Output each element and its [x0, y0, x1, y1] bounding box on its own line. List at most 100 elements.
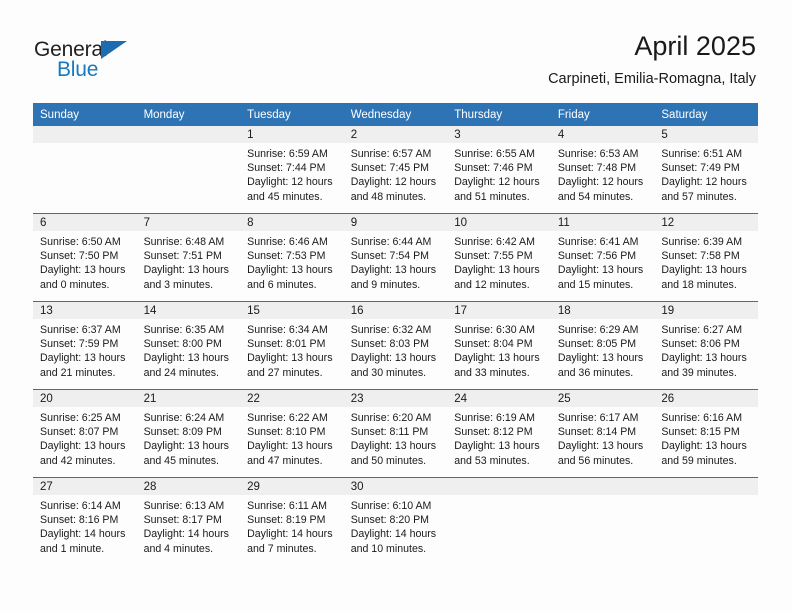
daylight-hours: Daylight: 12 hours — [350, 176, 437, 189]
daylight-minutes: and 21 minutes. — [40, 366, 116, 379]
general-blue-logo[interactable]: General Blue — [34, 38, 164, 84]
day-number — [654, 478, 758, 495]
calendar-day-cell[interactable]: 24 Sunrise: 6:19 AM Sunset: 8:12 PM Dayligh… — [447, 389, 551, 478]
sunrise-time: Sunrise: 6:42 AM — [454, 236, 535, 248]
day-cell-details: Sunrise: 6:53 AM Sunset: 7:48 PM Daylight:… — [551, 143, 655, 213]
day-number: 16 — [343, 302, 448, 319]
day-number: 15 — [240, 302, 344, 319]
sunrise-time: Sunrise: 6:53 AM — [557, 148, 639, 160]
calendar-day-cell[interactable]: 21 Sunrise: 6:24 AM Sunset: 8:09 PM Dayligh… — [136, 389, 241, 478]
daylight-minutes: and 42 minutes. — [40, 454, 116, 467]
calendar-day-cell-empty — [550, 477, 655, 565]
calendar-day-cell-empty — [33, 126, 137, 214]
daylight-minutes: and 10 minutes. — [350, 542, 427, 555]
day-cell-details — [654, 495, 758, 565]
calendar-day-cell[interactable]: 7 Sunrise: 6:48 AM Sunset: 7:51 PM Daylight… — [136, 213, 241, 302]
sunset-time: Sunset: 7:45 PM — [350, 162, 430, 175]
logo-triangle-icon — [101, 41, 127, 59]
sunset-time: Sunset: 7:49 PM — [661, 162, 740, 175]
weekday-header-thursday: Thursday — [447, 103, 551, 126]
calendar-day-cell[interactable]: 11 Sunrise: 6:41 AM Sunset: 7:56 PM Dayligh… — [550, 213, 655, 302]
day-number — [550, 478, 655, 495]
calendar-day-cell[interactable]: 3 Sunrise: 6:55 AM Sunset: 7:46 PM Daylight… — [447, 126, 551, 214]
calendar-day-cell[interactable]: 30 Sunrise: 6:10 AM Sunset: 8:20 PM Dayligh… — [343, 477, 448, 565]
calendar-day-cell[interactable]: 16 Sunrise: 6:32 AM Sunset: 8:03 PM Dayligh… — [343, 301, 448, 390]
day-cell-details: Sunrise: 6:30 AM Sunset: 8:04 PM Daylight:… — [447, 319, 551, 389]
daylight-hours: Daylight: 13 hours — [454, 440, 540, 453]
sunrise-time: Sunrise: 6:35 AM — [143, 324, 225, 336]
daylight-minutes: and 50 minutes. — [350, 454, 427, 467]
calendar-day-cell[interactable]: 6 Sunrise: 6:50 AM Sunset: 7:50 PM Daylight… — [33, 213, 137, 302]
sunrise-time: Sunrise: 6:57 AM — [350, 148, 432, 160]
calendar-day-cell[interactable]: 25 Sunrise: 6:17 AM Sunset: 8:14 PM Dayligh… — [550, 389, 655, 478]
calendar-day-cell[interactable]: 17 Sunrise: 6:30 AM Sunset: 8:04 PM Dayligh… — [447, 301, 551, 390]
day-number: 30 — [343, 478, 448, 495]
daylight-hours: Daylight: 12 hours — [454, 176, 540, 189]
daylight-hours: Daylight: 13 hours — [661, 264, 747, 277]
day-cell-details: Sunrise: 6:41 AM Sunset: 7:56 PM Daylight:… — [551, 231, 655, 301]
day-cell-details: Sunrise: 6:59 AM Sunset: 7:44 PM Daylight:… — [240, 143, 344, 213]
calendar-day-cell[interactable]: 9 Sunrise: 6:44 AM Sunset: 7:54 PM Daylight… — [343, 213, 448, 302]
daylight-minutes: and 48 minutes. — [350, 190, 427, 203]
calendar-day-cell[interactable]: 20 Sunrise: 6:25 AM Sunset: 8:07 PM Dayligh… — [33, 389, 137, 478]
daylight-minutes: and 1 minute. — [40, 542, 105, 555]
calendar-day-cell[interactable]: 14 Sunrise: 6:35 AM Sunset: 8:00 PM Dayligh… — [136, 301, 241, 390]
calendar-day-cell[interactable]: 27 Sunrise: 6:14 AM Sunset: 8:16 PM Dayligh… — [33, 477, 137, 565]
daylight-hours: Daylight: 12 hours — [557, 176, 644, 189]
sunset-time: Sunset: 8:07 PM — [40, 426, 119, 439]
calendar-day-cell[interactable]: 19 Sunrise: 6:27 AM Sunset: 8:06 PM Dayligh… — [654, 301, 758, 390]
sunset-time: Sunset: 8:06 PM — [661, 338, 740, 351]
sunrise-time: Sunrise: 6:10 AM — [350, 500, 432, 512]
daylight-minutes: and 24 minutes. — [143, 366, 219, 379]
page-subtitle-location: Carpineti, Emilia-Romagna, Italy — [548, 71, 756, 87]
weekday-header-sunday: Sunday — [33, 103, 137, 126]
day-cell-details: Sunrise: 6:35 AM Sunset: 8:00 PM Daylight:… — [137, 319, 241, 389]
day-number — [33, 126, 137, 143]
sunrise-time: Sunrise: 6:16 AM — [661, 412, 743, 424]
day-cell-details: Sunrise: 6:19 AM Sunset: 8:12 PM Daylight:… — [447, 407, 551, 477]
day-number: 13 — [33, 302, 137, 319]
day-number: 28 — [136, 478, 241, 495]
sunrise-time: Sunrise: 6:55 AM — [454, 148, 535, 160]
calendar-day-cell[interactable]: 1 Sunrise: 6:59 AM Sunset: 7:44 PM Daylight… — [240, 126, 344, 214]
day-cell-details — [551, 495, 655, 565]
day-cell-details: Sunrise: 6:22 AM Sunset: 8:10 PM Daylight:… — [240, 407, 344, 477]
daylight-hours: Daylight: 12 hours — [247, 176, 333, 189]
calendar-day-cell[interactable]: 22 Sunrise: 6:22 AM Sunset: 8:10 PM Dayligh… — [240, 389, 344, 478]
day-cell-details: Sunrise: 6:16 AM Sunset: 8:15 PM Daylight:… — [654, 407, 758, 477]
daylight-hours: Daylight: 13 hours — [661, 440, 747, 453]
day-cell-details: Sunrise: 6:50 AM Sunset: 7:50 PM Daylight:… — [33, 231, 137, 301]
calendar-day-cell[interactable]: 26 Sunrise: 6:16 AM Sunset: 8:15 PM Dayligh… — [654, 389, 758, 478]
calendar-day-cell[interactable]: 15 Sunrise: 6:34 AM Sunset: 8:01 PM Dayligh… — [240, 301, 344, 390]
sunset-time: Sunset: 7:59 PM — [40, 338, 119, 351]
daylight-minutes: and 51 minutes. — [454, 190, 530, 203]
calendar-day-cell[interactable]: 4 Sunrise: 6:53 AM Sunset: 7:48 PM Daylight… — [550, 126, 655, 214]
day-cell-details: Sunrise: 6:14 AM Sunset: 8:16 PM Daylight:… — [33, 495, 137, 565]
sunrise-time: Sunrise: 6:20 AM — [350, 412, 432, 424]
daylight-minutes: and 59 minutes. — [661, 454, 737, 467]
day-number: 2 — [343, 126, 448, 143]
sunrise-time: Sunrise: 6:46 AM — [247, 236, 328, 248]
sunrise-time: Sunrise: 6:13 AM — [143, 500, 225, 512]
day-cell-details: Sunrise: 6:29 AM Sunset: 8:05 PM Daylight:… — [551, 319, 655, 389]
day-number — [136, 126, 241, 143]
daylight-hours: Daylight: 14 hours — [247, 528, 333, 541]
weekday-header-saturday: Saturday — [654, 103, 758, 126]
calendar-day-cell[interactable]: 10 Sunrise: 6:42 AM Sunset: 7:55 PM Dayligh… — [447, 213, 551, 302]
calendar-day-cell-empty — [447, 477, 551, 565]
day-number: 19 — [654, 302, 758, 319]
calendar-day-cell[interactable]: 12 Sunrise: 6:39 AM Sunset: 7:58 PM Dayligh… — [654, 213, 758, 302]
sunset-time: Sunset: 7:54 PM — [350, 250, 430, 263]
calendar-day-cell[interactable]: 18 Sunrise: 6:29 AM Sunset: 8:05 PM Dayligh… — [550, 301, 655, 390]
calendar-day-cell[interactable]: 13 Sunrise: 6:37 AM Sunset: 7:59 PM Dayligh… — [33, 301, 137, 390]
calendar-day-cell[interactable]: 8 Sunrise: 6:46 AM Sunset: 7:53 PM Daylight… — [240, 213, 344, 302]
sunrise-time: Sunrise: 6:34 AM — [247, 324, 328, 336]
daylight-minutes: and 6 minutes. — [247, 278, 317, 291]
calendar-day-cell[interactable]: 23 Sunrise: 6:20 AM Sunset: 8:11 PM Dayligh… — [343, 389, 448, 478]
calendar-day-cell[interactable]: 2 Sunrise: 6:57 AM Sunset: 7:45 PM Daylight… — [343, 126, 448, 214]
day-number: 25 — [550, 390, 655, 407]
calendar-day-cell[interactable]: 28 Sunrise: 6:13 AM Sunset: 8:17 PM Dayligh… — [136, 477, 241, 565]
calendar-day-cell[interactable]: 29 Sunrise: 6:11 AM Sunset: 8:19 PM Dayligh… — [240, 477, 344, 565]
calendar-day-cell[interactable]: 5 Sunrise: 6:51 AM Sunset: 7:49 PM Daylight… — [654, 126, 758, 214]
daylight-minutes: and 9 minutes. — [350, 278, 421, 291]
